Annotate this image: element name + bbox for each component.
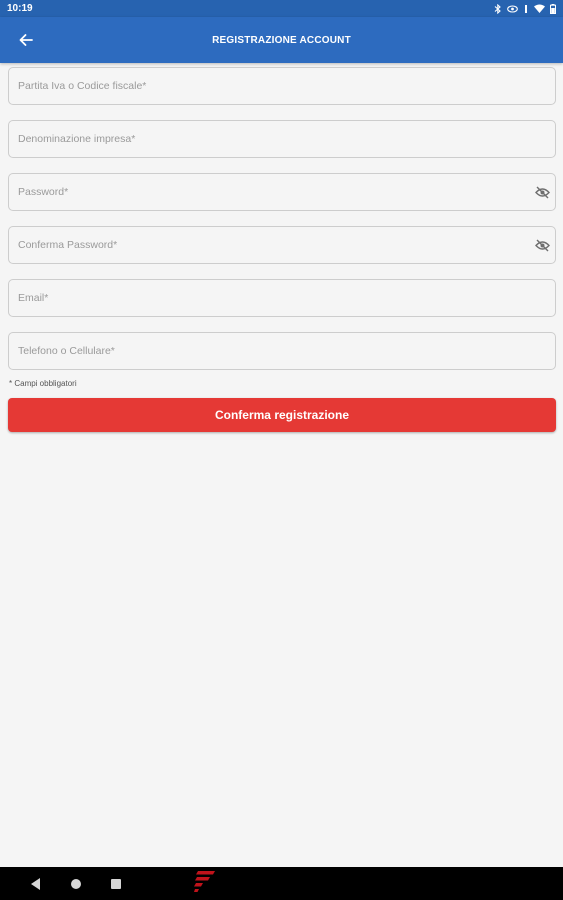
home-circle-icon[interactable] [71,879,81,889]
eye-off-icon [534,186,550,198]
confirm-registration-button[interactable]: Conferma registrazione [8,398,556,432]
vat-or-tax-code-input[interactable] [9,68,555,104]
system-nav-bar [0,867,563,900]
status-bar: 10:19 [0,0,563,17]
confirm-password-field [8,226,556,264]
confirm-password-visibility-toggle[interactable] [534,237,550,253]
password-field [8,173,556,211]
email-field [8,279,556,317]
vat-or-tax-code-field [8,67,556,105]
app-logo-icon [194,871,215,892]
password-visibility-toggle[interactable] [534,184,550,200]
wifi-icon [534,4,545,13]
phone-field [8,332,556,370]
email-input[interactable] [9,280,555,316]
page-title: REGISTRAZIONE ACCOUNT [212,34,351,46]
eye-off-icon [534,239,550,251]
back-triangle-icon[interactable] [31,878,40,890]
app-bar: REGISTRAZIONE ACCOUNT [0,17,563,63]
vibrate-icon [525,4,527,13]
required-fields-note: * Campi obbligatori [9,379,77,388]
confirm-password-input[interactable] [9,227,555,263]
battery-icon [550,3,556,14]
phone-input[interactable] [9,333,555,369]
recents-square-icon[interactable] [111,879,121,889]
arrow-left-icon [19,34,33,46]
status-time: 10:19 [7,3,33,14]
password-input[interactable] [9,174,555,210]
company-name-input[interactable] [9,121,555,157]
status-icons [494,3,556,14]
registration-form: * Campi obbligatori Conferma registrazio… [8,67,556,432]
bluetooth-icon [494,3,501,14]
eye-icon [507,4,518,13]
back-button[interactable] [14,28,38,52]
company-name-field [8,120,556,158]
